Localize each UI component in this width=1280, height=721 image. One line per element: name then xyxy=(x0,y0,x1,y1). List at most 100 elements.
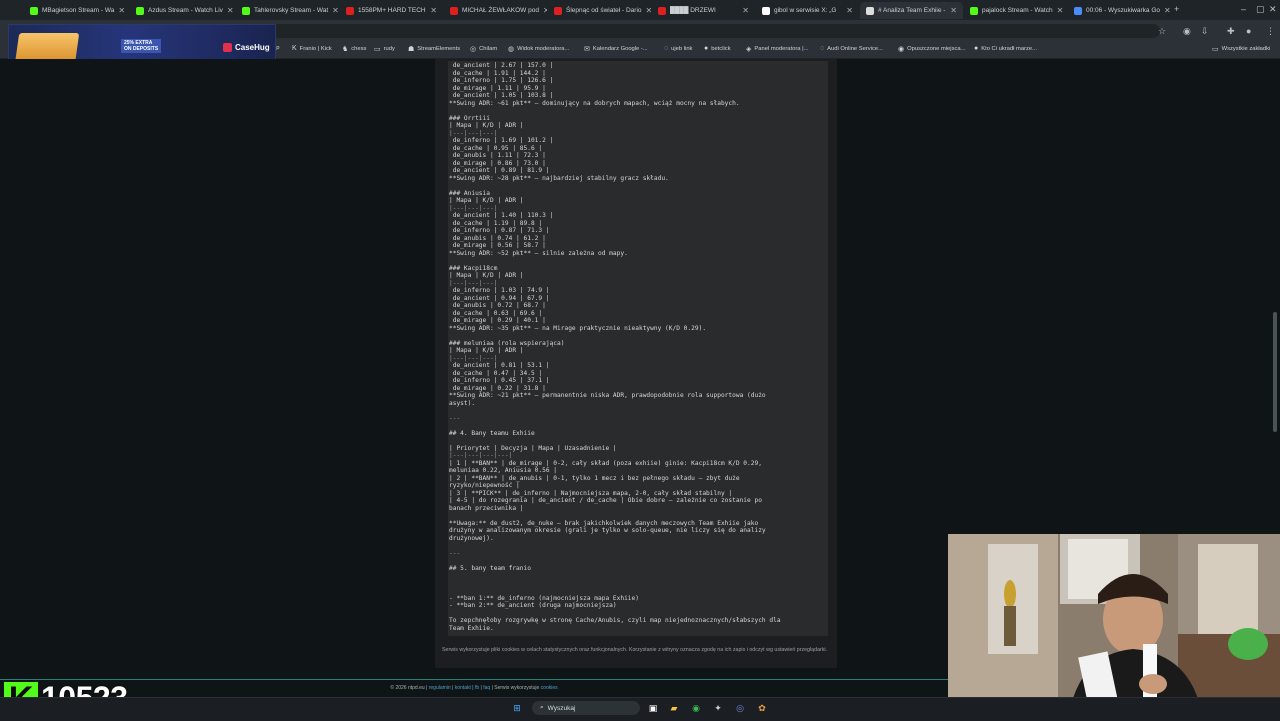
bookmark-item[interactable]: ♞ chess xyxy=(342,45,366,53)
footer-link-kontakt[interactable]: kontakt xyxy=(455,685,471,691)
new-tab-icon[interactable]: + xyxy=(1174,4,1179,14)
footer-link-cookies[interactable]: cookies xyxy=(541,685,558,691)
tab-close-icon[interactable]: ✕ xyxy=(543,6,547,15)
bookmark-item[interactable]: ◌ Audi Online Service... xyxy=(820,45,883,52)
cookie-notice: Serwis wykorzystuje pliki cookies w cela… xyxy=(442,647,828,653)
tab-close-icon[interactable]: ✕ xyxy=(430,6,437,15)
tab-2[interactable]: Azdus Stream - Watch Liv ✕ xyxy=(130,2,233,19)
doc-line: de_ancient | 0.81 | 53.1 | xyxy=(449,362,550,369)
file-explorer-icon[interactable]: ▰ xyxy=(667,701,681,715)
doc-line: de_inferno | 0.45 | 37.1 | xyxy=(449,377,550,384)
doc-line: --- xyxy=(449,549,461,557)
tab-title: pajalock Stream - Watch xyxy=(982,7,1053,14)
bookmark-item[interactable]: ◍ Widok moderatora... xyxy=(508,45,569,53)
puzzle-icon[interactable]: ✚ xyxy=(1227,26,1235,37)
tab-8[interactable]: gibol w serwisie X: „G ✕ xyxy=(756,2,859,19)
bookmark-label: Kto Ci ukradł marze... xyxy=(981,45,1037,52)
chrome-icon[interactable]: ◉ xyxy=(689,701,703,715)
task-view-icon[interactable]: ▣ xyxy=(646,701,660,715)
tab-close-icon[interactable]: ✕ xyxy=(118,6,125,15)
window-close-icon[interactable]: ✕ xyxy=(1269,4,1277,15)
doc-line: ## 4. Bany teamu Exhiie xyxy=(449,429,535,437)
tab-favicon-icon xyxy=(554,6,562,15)
bookmark-item[interactable]: ◌ ujeb link xyxy=(664,45,692,52)
windows-start-icon[interactable]: ⊞ xyxy=(510,701,524,715)
bookmark-icon: ◉ xyxy=(898,46,905,53)
window-minimize-icon[interactable]: – xyxy=(1241,4,1246,14)
bookmark-item[interactable]: ● Kto Ci ukradł marze... xyxy=(974,45,1037,52)
bookmark-item[interactable]: ▭ rudy xyxy=(374,45,395,53)
bookmark-label: betclick xyxy=(711,45,731,52)
tab-close-icon[interactable]: ✕ xyxy=(846,6,853,15)
profile-icon[interactable]: ● xyxy=(1246,26,1251,36)
tab-close-icon[interactable]: ✕ xyxy=(1057,6,1064,15)
tab-title: Tahlerovsky Stream - Wat xyxy=(254,7,329,14)
doc-line: **Swing ADR: ~21 pkt** – permanentnie ni… xyxy=(449,392,766,399)
bookmark-icon: ✉ xyxy=(584,46,590,53)
tab-close-icon[interactable]: ✕ xyxy=(646,6,651,15)
tab-4[interactable]: 1558PM+ HARD TECH ✕ xyxy=(340,2,443,19)
discord-icon[interactable]: ◎ xyxy=(733,701,747,715)
bookmark-icon: ▭ xyxy=(1212,46,1219,53)
download-icon[interactable]: ⇩ xyxy=(1201,26,1209,37)
tab-11[interactable]: 00:06 - Wyszukiwarka Go ✕ xyxy=(1068,2,1171,19)
tab-3[interactable]: Tahlerovsky Stream - Wat ✕ xyxy=(236,2,339,19)
doc-line: **Swing ADR: ~28 pkt** – najbardziej sta… xyxy=(449,174,669,182)
bookmark-item[interactable]: ▭ Wszystkie zakładki xyxy=(1212,45,1270,53)
tab-title: MBagietson Stream - Wa xyxy=(42,7,115,14)
tab-favicon-icon xyxy=(242,6,250,15)
menu-icon[interactable]: ⋮ xyxy=(1266,26,1275,37)
address-bar[interactable] xyxy=(120,24,1160,38)
bookmark-icon: K xyxy=(292,45,297,52)
bookmark-icon: ◈ xyxy=(746,46,752,53)
bookmark-item[interactable]: K Franio | Kick xyxy=(292,45,332,52)
tab-title: 1558PM+ HARD TECH xyxy=(358,7,426,14)
doc-line: de_ancient | 2.67 | 157.0 | xyxy=(449,62,554,69)
doc-line: | 1 | **BAN** | de_mirage | 0-2, cały sk… xyxy=(449,459,762,467)
tab-close-icon[interactable]: ✕ xyxy=(742,6,749,15)
bookmark-item[interactable]: ◎ Chilam xyxy=(470,45,497,53)
bookmark-star-icon[interactable]: ☆ xyxy=(1158,26,1166,37)
doc-line: de_cache | 0.63 | 69.6 | xyxy=(449,309,543,317)
tab-7[interactable]: ████ DRZEWI ✕ xyxy=(652,2,755,19)
scrollbar-thumb[interactable] xyxy=(1273,312,1277,432)
doc-line: drużyny w analizowanym okresie (grali je… xyxy=(449,527,766,534)
tab-6[interactable]: Ślepnąc od świateł - Dario ✕ xyxy=(548,2,651,19)
footer-link-fb[interactable]: fb xyxy=(475,685,479,691)
bookmark-label: StreamElements xyxy=(417,46,461,52)
doc-line: --- xyxy=(449,414,461,422)
taskbar-search[interactable]: ⌕ Wyszukaj xyxy=(532,701,640,715)
bookmark-item[interactable]: ● betclick xyxy=(704,45,731,52)
tab-close-icon[interactable]: ✕ xyxy=(1164,6,1171,15)
bookmark-item[interactable]: ☗ StreamElements xyxy=(408,45,460,53)
footer-link-faq[interactable]: faq xyxy=(483,685,490,691)
window-maximize-icon[interactable]: ▢ xyxy=(1256,4,1265,15)
doc-line: | Mapa | K/D | ADR | xyxy=(449,122,524,129)
doc-line: To zepchnęłoby rozgrywkę w stronę Cache/… xyxy=(449,617,781,624)
doc-line: de_ancient | 1.05 | 103.8 | xyxy=(449,92,554,99)
bookmark-item[interactable]: ◈ Panel moderatora |... xyxy=(746,45,808,53)
footer-divider xyxy=(0,679,948,680)
bookmark-icon: ☗ xyxy=(408,46,415,53)
bookmark-label: Kalendarz Google -... xyxy=(592,46,648,52)
bookmark-item[interactable]: ✉ Kalendarz Google -... xyxy=(584,45,648,53)
tab-close-icon[interactable]: ✕ xyxy=(332,6,339,15)
footer-link-regulamin[interactable]: regulamin xyxy=(429,685,451,691)
bookmark-item[interactable]: ◉ Opuszczone miejsca... xyxy=(898,45,965,53)
tab-close-icon[interactable]: ✕ xyxy=(227,6,233,15)
app-icon[interactable]: ✿ xyxy=(755,701,769,715)
bookmark-label: Chilam xyxy=(479,46,498,52)
tab-close-icon[interactable]: ✕ xyxy=(950,6,957,15)
tab-10[interactable]: pajalock Stream - Watch ✕ xyxy=(964,2,1067,19)
steam-icon[interactable]: ✦ xyxy=(711,701,725,715)
tab-9[interactable]: # Analiza Team Exhiie - ✕ xyxy=(860,2,963,19)
extension-icon[interactable]: ◉ xyxy=(1183,26,1191,37)
tab-favicon-icon xyxy=(450,6,458,15)
tab-1[interactable]: MBagietson Stream - Wa ✕ xyxy=(24,2,127,19)
bookmark-icon: ● xyxy=(704,45,709,52)
doc-line: banach przeciwnika | xyxy=(449,504,524,512)
tab-favicon-icon xyxy=(136,6,144,15)
bookmark-label: Audi Online Service... xyxy=(827,45,883,52)
tab-5[interactable]: MICHAŁ ŻEWŁAKOW pod ✕ xyxy=(444,2,547,19)
webcam-overlay xyxy=(948,534,1280,720)
